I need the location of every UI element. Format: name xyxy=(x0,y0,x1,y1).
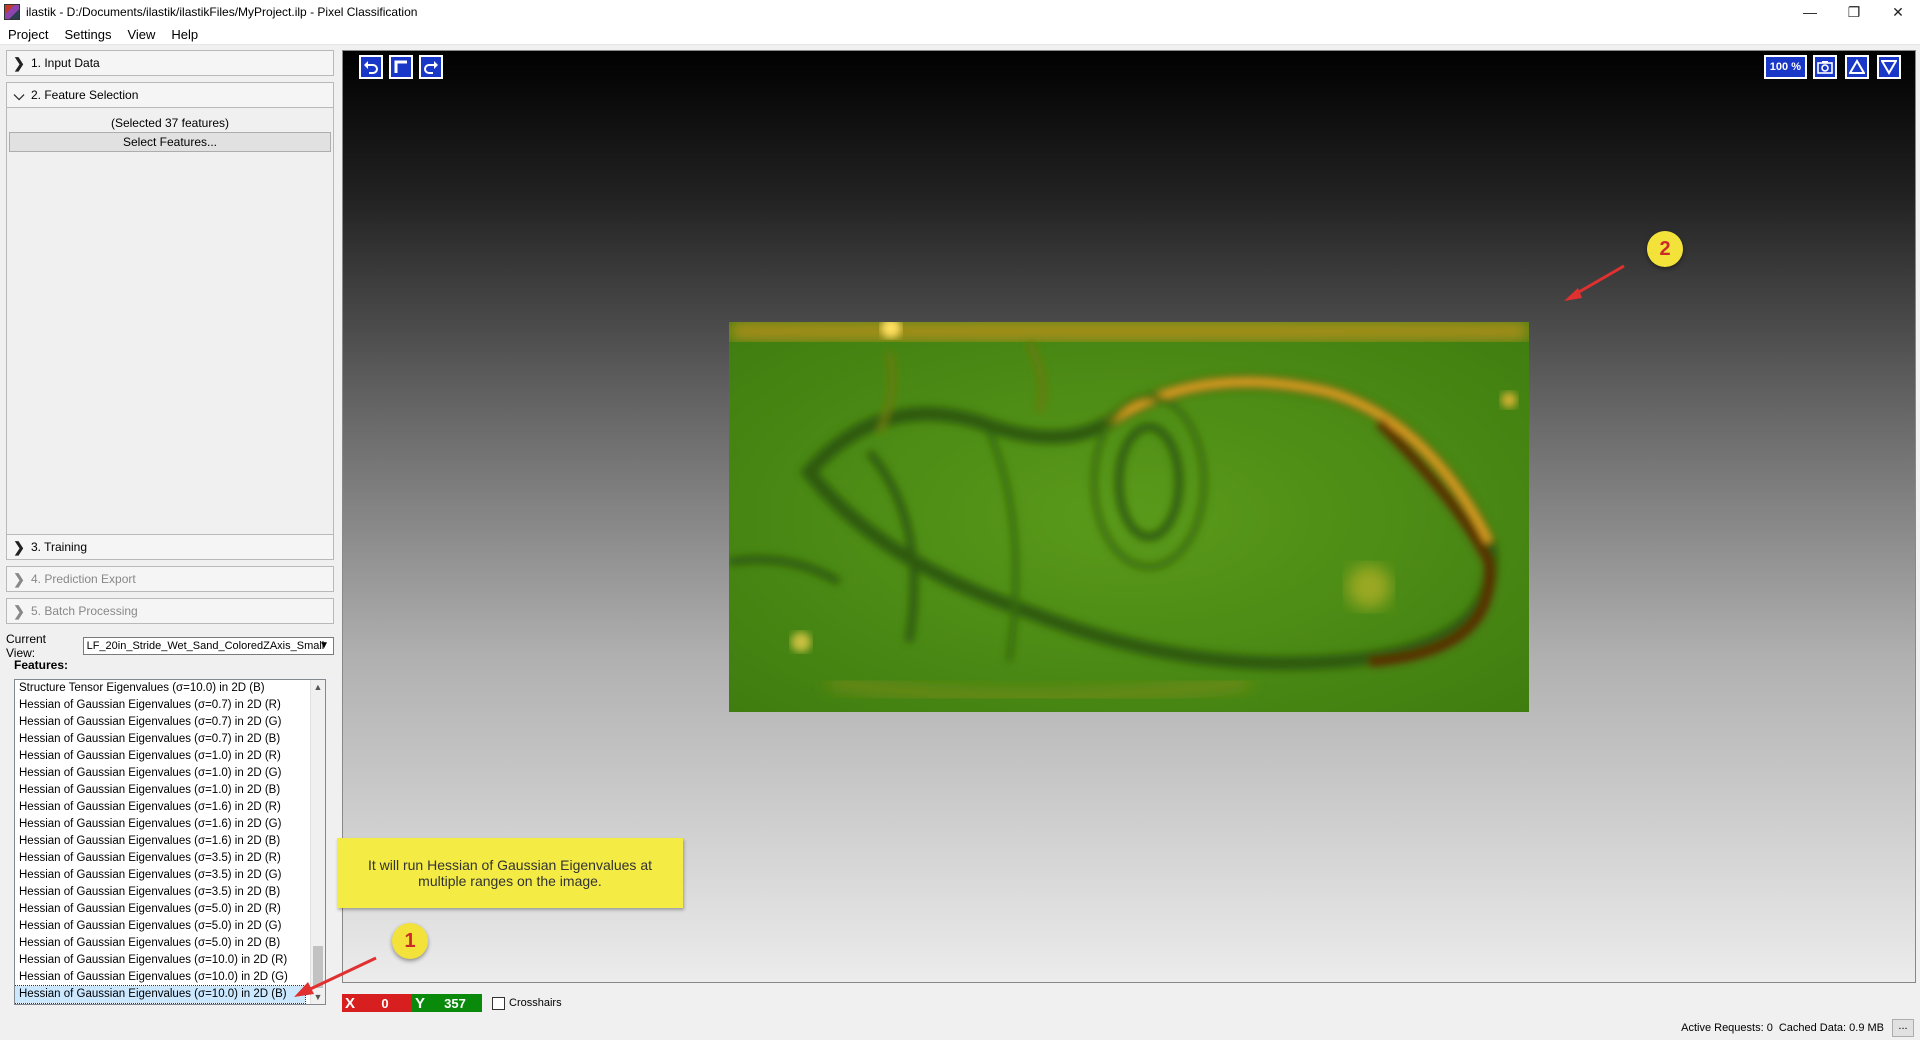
current-view-label: Current View: xyxy=(6,632,47,660)
annotation-marker-1: 1 xyxy=(392,923,428,959)
step-label: 3. Training xyxy=(31,540,88,554)
menu-bar: Project Settings View Help xyxy=(0,24,1920,45)
crosshairs-checkbox[interactable] xyxy=(492,996,505,1010)
chevron-right-icon: ❯ xyxy=(13,54,25,71)
ilastik-app-icon xyxy=(4,4,20,20)
menu-settings[interactable]: Settings xyxy=(56,27,119,42)
feature-list-item[interactable]: Structure Tensor Eigenvalues (σ=10.0) in… xyxy=(15,680,305,697)
minimize-button[interactable]: — xyxy=(1788,0,1832,24)
slice-up-button[interactable] xyxy=(1845,55,1869,79)
step-feature-selection[interactable]: ⌵ 2. Feature Selection xyxy=(6,82,334,108)
x-value: 0 xyxy=(381,995,389,1011)
feature-list-item[interactable]: Hessian of Gaussian Eigenvalues (σ=5.0) … xyxy=(15,901,305,918)
feature-list-item[interactable]: Hessian of Gaussian Eigenvalues (σ=1.0) … xyxy=(15,765,305,782)
triangle-up-icon xyxy=(1849,59,1865,74)
feature-selection-panel: (Selected 37 features) Select Features..… xyxy=(6,108,334,538)
select-features-button[interactable]: Select Features... xyxy=(9,132,331,152)
cached-data: Cached Data: 0.9 MB xyxy=(1778,1022,1884,1034)
step-training[interactable]: ❯ 3. Training xyxy=(6,534,334,560)
hessian-feature-render xyxy=(729,322,1529,712)
features-list[interactable]: Structure Tensor Eigenvalues (σ=10.0) in… xyxy=(14,679,326,1005)
current-view-row: Current View: LF_20in_Stride_Wet_Sand_Co… xyxy=(6,632,334,660)
feature-list-item[interactable]: Hessian of Gaussian Eigenvalues (σ=10.0)… xyxy=(15,985,306,1004)
feature-list-item[interactable]: Hessian of Gaussian Eigenvalues (σ=1.6) … xyxy=(15,833,305,850)
rotate-reset-button[interactable] xyxy=(389,55,413,79)
camera-icon xyxy=(1817,61,1833,74)
menu-project[interactable]: Project xyxy=(0,27,56,42)
feature-list-item[interactable]: Hessian of Gaussian Eigenvalues (σ=10.0)… xyxy=(15,969,305,986)
features-label: Features: xyxy=(14,658,69,672)
selected-features-count: (Selected 37 features) xyxy=(110,116,230,130)
annotation-arrow-2 xyxy=(1564,264,1625,301)
step-label: 1. Input Data xyxy=(31,56,100,70)
chevron-right-icon: ❯ xyxy=(13,538,25,555)
step-label: 5. Batch Processing xyxy=(31,604,138,618)
undo-icon xyxy=(364,61,378,74)
crosshairs-label: Crosshairs xyxy=(509,997,562,1009)
y-value: 357 xyxy=(444,995,466,1011)
scroll-up-icon[interactable]: ▲ xyxy=(311,680,325,694)
step-input-data[interactable]: ❯ 1. Input Data xyxy=(6,50,334,76)
redo-button[interactable] xyxy=(419,55,443,79)
x-coordinate: X 0 xyxy=(342,994,412,1012)
annotation-marker-2: 2 xyxy=(1647,231,1683,267)
y-coordinate: Y 357 xyxy=(412,994,482,1012)
step-label: 2. Feature Selection xyxy=(31,88,139,102)
current-view-dropdown[interactable]: LF_20in_Stride_Wet_Sand_ColoredZAxis_Sma… xyxy=(82,637,334,655)
chevron-down-icon: ⌵ xyxy=(13,86,25,103)
chevron-right-icon: ❯ xyxy=(13,602,25,619)
window-title: ilastik - D:/Documents/ilastik/ilastikFi… xyxy=(26,5,418,19)
current-view-value: LF_20in_Stride_Wet_Sand_ColoredZAxis_Sma… xyxy=(86,640,325,652)
feature-list-item[interactable]: Hessian of Gaussian Eigenvalues (σ=3.5) … xyxy=(15,884,305,901)
step-prediction-export[interactable]: ❯ 4. Prediction Export xyxy=(6,566,334,592)
feature-list-item[interactable]: Hessian of Gaussian Eigenvalues (σ=5.0) … xyxy=(15,935,305,952)
menu-view[interactable]: View xyxy=(119,27,163,42)
dropdown-arrow-icon: ▼ xyxy=(319,640,329,651)
undo-button[interactable] xyxy=(359,55,383,79)
restore-button[interactable]: ❐ xyxy=(1832,0,1876,24)
step-batch-processing[interactable]: ❯ 5. Batch Processing xyxy=(6,598,334,624)
triangle-down-icon xyxy=(1881,60,1897,75)
y-axis-label: Y xyxy=(414,994,425,1012)
feature-list-item[interactable]: Hessian of Gaussian Eigenvalues (σ=10.0)… xyxy=(15,952,305,969)
title-bar: ilastik - D:/Documents/ilastik/ilastikFi… xyxy=(0,0,1920,24)
feature-list-item[interactable]: Hessian of Gaussian Eigenvalues (σ=3.5) … xyxy=(15,867,305,884)
feature-list-item[interactable]: Hessian of Gaussian Eigenvalues (σ=1.0) … xyxy=(15,782,305,799)
feature-list-item[interactable]: Hessian of Gaussian Eigenvalues (σ=0.7) … xyxy=(15,697,305,714)
status-more-button[interactable]: ... xyxy=(1892,1019,1914,1037)
zoom-level-button[interactable]: 100 % xyxy=(1763,55,1807,79)
feature-list-item[interactable]: Hessian of Gaussian Eigenvalues (σ=3.5) … xyxy=(15,850,305,867)
feature-list-item[interactable]: Hessian of Gaussian Eigenvalues (σ=1.6) … xyxy=(15,816,305,833)
redo-icon xyxy=(424,61,438,74)
corner-icon xyxy=(394,60,407,73)
feature-list-item[interactable]: Hessian of Gaussian Eigenvalues (σ=1.0) … xyxy=(15,748,305,765)
feature-image[interactable] xyxy=(729,322,1529,712)
status-bar: Active Requests: 0 Cached Data: 0.9 MB .… xyxy=(0,1016,1920,1040)
feature-list-item[interactable]: Hessian of Gaussian Eigenvalues (σ=5.0) … xyxy=(15,918,305,935)
feature-list-item[interactable]: Hessian of Gaussian Eigenvalues (σ=0.7) … xyxy=(15,731,305,748)
menu-help[interactable]: Help xyxy=(163,27,206,42)
feature-list-item[interactable]: Hessian of Gaussian Eigenvalues (σ=0.7) … xyxy=(15,714,305,731)
slice-down-button[interactable] xyxy=(1877,55,1901,79)
feature-list-item[interactable]: Hessian of Gaussian Eigenvalues (σ=1.6) … xyxy=(15,799,305,816)
chevron-right-icon: ❯ xyxy=(13,570,25,587)
features-items: Structure Tensor Eigenvalues (σ=10.0) in… xyxy=(15,680,325,1004)
active-requests: Active Requests: 0 xyxy=(1681,1022,1773,1034)
step-label: 4. Prediction Export xyxy=(31,572,136,586)
cursor-coordinates: X 0 Y 357 Crosshairs xyxy=(342,993,562,1013)
annotation-callout: It will run Hessian of Gaussian Eigenval… xyxy=(337,838,683,908)
crosshairs-toggle[interactable]: Crosshairs xyxy=(492,996,562,1010)
x-axis-label: X xyxy=(344,994,355,1012)
close-button[interactable]: ✕ xyxy=(1876,0,1920,24)
screenshot-button[interactable] xyxy=(1813,55,1837,79)
